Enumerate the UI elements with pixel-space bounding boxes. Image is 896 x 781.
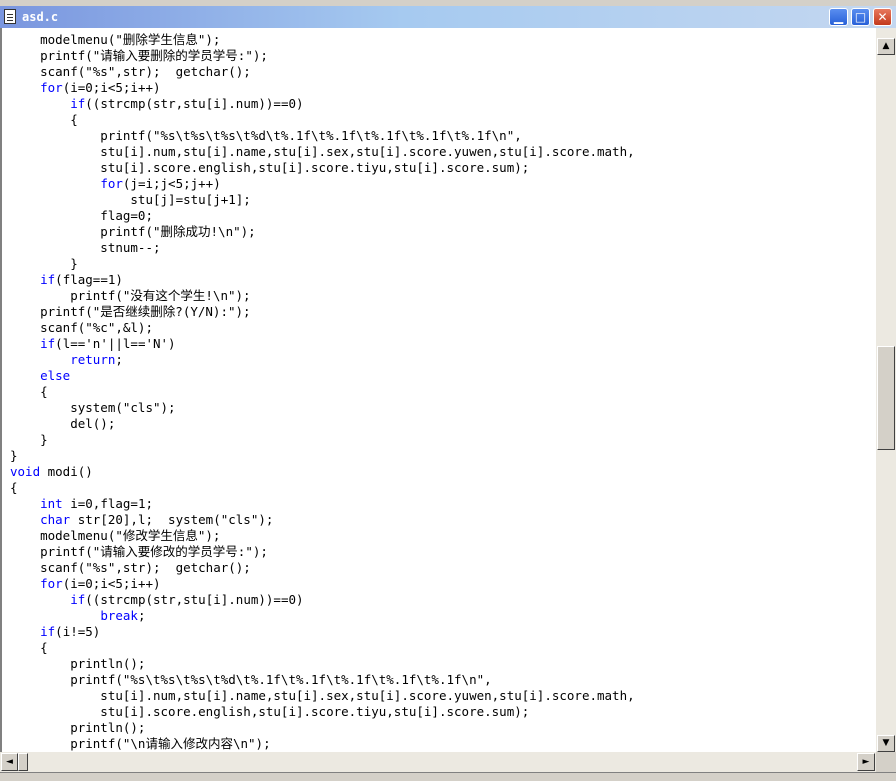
code-keyword: char: [40, 512, 71, 527]
title-bar[interactable]: asd.c ▁ □ ✕: [0, 6, 896, 28]
code-line: printf("删除成功!\n");: [10, 224, 256, 239]
code-line: for(i=0;i<5;i++): [40, 80, 161, 95]
code-text[interactable]: modelmenu("删除学生信息"); printf("请输入要删除的学员学号…: [10, 32, 635, 752]
code-keyword: break: [100, 608, 138, 623]
code-line: println();: [10, 720, 146, 735]
close-button[interactable]: ✕: [873, 8, 892, 26]
code-keyword: void: [10, 464, 41, 479]
code-line: flag=0;: [10, 208, 153, 223]
code-line: del();: [10, 416, 116, 431]
code-line: void modi(): [10, 464, 93, 479]
scroll-left-button[interactable]: ◄: [1, 753, 18, 771]
code-keyword: for: [100, 176, 123, 191]
code-line: printf("没有这个学生!\n");: [10, 288, 251, 303]
code-line: }: [10, 448, 18, 463]
code-line: }: [10, 256, 78, 271]
horizontal-scroll-thumb[interactable]: [18, 753, 28, 771]
code-line: if((strcmp(str,stu[i].num))==0): [70, 592, 304, 607]
editor-window: asd.c ▁ □ ✕ modelmenu("删除学生信息"); printf(…: [0, 0, 896, 781]
code-line: stu[i].score.english,stu[i].score.tiyu,s…: [10, 704, 530, 719]
code-keyword: else: [40, 368, 71, 383]
code-keyword: if: [40, 272, 56, 287]
size-grip[interactable]: [876, 752, 896, 772]
code-keyword: for: [40, 80, 63, 95]
scroll-down-button[interactable]: ▼: [877, 735, 895, 752]
code-line: scanf("%s",str); getchar();: [10, 560, 251, 575]
code-line: scanf("%s",str); getchar();: [10, 64, 251, 79]
code-line: }: [10, 432, 48, 447]
code-line: if(flag==1): [40, 272, 123, 287]
code-line: {: [10, 384, 48, 399]
code-line: {: [10, 640, 48, 655]
code-line: if(i!=5): [40, 624, 101, 639]
code-line: printf("%s\t%s\t%s\t%d\t%.1f\t%.1f\t%.1f…: [10, 672, 492, 687]
window-title: asd.c: [22, 10, 59, 24]
code-line: break;: [100, 608, 146, 623]
code-line: for(j=i;j<5;j++): [100, 176, 221, 191]
code-line: println();: [10, 656, 146, 671]
minimize-button[interactable]: ▁: [829, 8, 848, 26]
code-line: modelmenu("修改学生信息");: [10, 528, 221, 543]
code-line: printf("请输入要删除的学员学号:");: [10, 48, 268, 63]
code-keyword: if: [40, 624, 56, 639]
document-icon[interactable]: [4, 9, 16, 24]
maximize-button[interactable]: □: [851, 8, 870, 26]
code-line: printf("%s\t%s\t%s\t%d\t%.1f\t%.1f\t%.1f…: [10, 128, 522, 143]
code-line: printf("\n请输入修改内容\n");: [10, 736, 271, 751]
code-line: stu[j]=stu[j+1];: [10, 192, 251, 207]
code-line: printf("请输入要修改的学员学号:");: [10, 544, 268, 559]
code-line: else: [10, 368, 635, 384]
code-line: if(l=='n'||l=='N'): [40, 336, 176, 351]
horizontal-scrollbar[interactable]: ◄ ►: [0, 752, 876, 772]
scroll-up-button[interactable]: ▲: [877, 38, 895, 55]
code-keyword: for: [40, 576, 63, 591]
code-line: stu[i].num,stu[i].name,stu[i].sex,stu[i]…: [10, 688, 635, 703]
code-keyword: if: [70, 96, 86, 111]
code-line: if((strcmp(str,stu[i].num))==0): [70, 96, 304, 111]
code-keyword: if: [40, 336, 56, 351]
code-line: {: [10, 112, 78, 127]
code-line: stnum--;: [10, 240, 161, 255]
code-line: char str[20],l; system("cls");: [40, 512, 274, 527]
code-line: system("cls");: [10, 400, 176, 415]
code-line: scanf("%c",&l);: [10, 320, 153, 335]
code-keyword: int: [40, 496, 63, 511]
vertical-scroll-thumb[interactable]: [877, 346, 895, 450]
code-line: modelmenu("删除学生信息");: [10, 32, 221, 47]
code-keyword: return: [70, 352, 116, 367]
code-line: stu[i].score.english,stu[i].score.tiyu,s…: [10, 160, 530, 175]
code-line: return;: [70, 352, 123, 367]
code-keyword: if: [70, 592, 86, 607]
code-line: int i=0,flag=1;: [40, 496, 153, 511]
code-line: {: [10, 480, 18, 495]
code-line: stu[i].num,stu[i].name,stu[i].sex,stu[i]…: [10, 144, 635, 159]
code-editor[interactable]: modelmenu("删除学生信息"); printf("请输入要删除的学员学号…: [0, 28, 876, 752]
scroll-right-button[interactable]: ►: [857, 753, 875, 771]
vertical-scrollbar[interactable]: ▲ ▼: [876, 28, 896, 752]
code-line: printf("是否继续删除?(Y/N):");: [10, 304, 251, 319]
code-line: for(i=0;i<5;i++): [40, 576, 161, 591]
